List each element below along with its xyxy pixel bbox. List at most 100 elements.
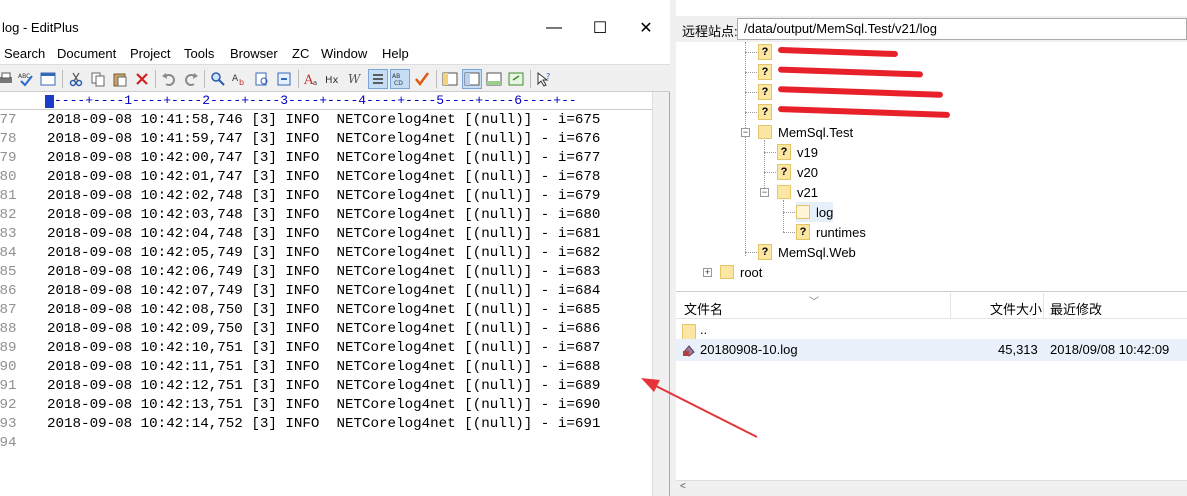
line-number: 683	[0, 226, 17, 242]
column-header-filename[interactable]: 文件名	[684, 299, 723, 318]
word-wrap-icon[interactable]: W	[346, 69, 366, 89]
minimize-button[interactable]: —	[531, 14, 577, 42]
replace-icon[interactable]: Ab	[230, 69, 250, 89]
tree-item-log[interactable]: log	[796, 202, 834, 222]
redaction-mark	[777, 106, 951, 118]
tree-item-memsql-web[interactable]: ? MemSql.Web	[758, 242, 856, 262]
undo-icon[interactable]	[159, 69, 179, 89]
sort-indicator-icon: ﹀	[809, 297, 819, 308]
editor-line[interactable]: 689 2018-09-08 10:42:10,751 [3] INFO NETC…	[0, 339, 652, 358]
tree-item-v19[interactable]: ? v19	[777, 142, 818, 162]
cut-icon[interactable]	[66, 69, 86, 89]
editor-line[interactable]: 688 2018-09-08 10:42:09,750 [3] INFO NETC…	[0, 320, 652, 339]
ruler-icon[interactable]: AB CD	[390, 69, 410, 89]
line-text: 2018-09-08 10:42:14,752 [3] INFO NETCore…	[47, 416, 601, 432]
goto-line-icon[interactable]	[274, 69, 294, 89]
tree-item-root[interactable]: root	[720, 262, 762, 282]
checkmark-icon[interactable]	[412, 69, 432, 89]
column-header-modified[interactable]: 最近修改	[1050, 299, 1102, 318]
menu-browser[interactable]: Browser	[230, 46, 278, 61]
remote-directory-tree: ? ? ? ? − MemSql.Test ? v19 ? v20 − v21 lo…	[676, 42, 1187, 292]
editor-line[interactable]: 682 2018-09-08 10:42:03,748 [3] INFO NETC…	[0, 206, 652, 225]
line-text: 2018-09-08 10:41:58,746 [3] INFO NETCore…	[47, 112, 601, 128]
editor-line[interactable]: 680 2018-09-08 10:42:01,747 [3] INFO NETC…	[0, 168, 652, 187]
directory-window-icon[interactable]	[440, 69, 460, 89]
collapse-toggle[interactable]: −	[741, 128, 750, 137]
remote-path-input[interactable]: /data/output/MemSql.Test/v21/log	[737, 18, 1187, 40]
fullscreen-icon[interactable]	[506, 69, 526, 89]
editor-line[interactable]: 679 2018-09-08 10:42:00,747 [3] INFO NETC…	[0, 149, 652, 168]
tree-item-v20[interactable]: ? v20	[777, 162, 818, 182]
screenshot-root: log - EditPlus — ☐ ✕ Search Document Pro…	[0, 0, 1187, 496]
menu-tools[interactable]: Tools	[184, 46, 214, 61]
cliptext-window-icon[interactable]	[462, 69, 482, 89]
tree-item-redacted[interactable]: ?	[758, 102, 778, 122]
editor-line[interactable]: 693 2018-09-08 10:42:14,752 [3] INFO NETC…	[0, 415, 652, 434]
editor-line[interactable]: 684 2018-09-08 10:42:05,749 [3] INFO NETC…	[0, 244, 652, 263]
menu-search[interactable]: Search	[4, 46, 45, 61]
open-folder-icon	[796, 205, 810, 219]
menu-document[interactable]: Document	[57, 46, 116, 61]
editor-line[interactable]: 681 2018-09-08 10:42:02,748 [3] INFO NETC…	[0, 187, 652, 206]
hex-view-icon[interactable]: Hx	[324, 69, 344, 89]
scroll-left-icon[interactable]: <	[680, 481, 686, 492]
editor-line[interactable]: 692 2018-09-08 10:42:13,751 [3] INFO NETC…	[0, 396, 652, 415]
menu-zc[interactable]: ZC	[292, 46, 309, 61]
collapse-toggle[interactable]: −	[760, 188, 769, 197]
remote-site-bar: 远程站点: /data/output/MemSql.Test/v21/log	[676, 16, 1187, 42]
file-row-log[interactable]: 20180908-10.log 45,313 2018/09/08 10:42:…	[676, 339, 1187, 361]
text-editor[interactable]: 677 2018-09-08 10:41:58,746 [3] INFO NETC…	[0, 111, 652, 496]
paste-icon[interactable]	[110, 69, 130, 89]
vertical-scrollbar[interactable]	[652, 92, 669, 496]
folder-icon	[720, 265, 734, 279]
copy-icon[interactable]	[88, 69, 108, 89]
file-row-parent[interactable]: ..	[676, 319, 1187, 341]
line-number: 691	[0, 378, 17, 394]
print-icon[interactable]	[0, 69, 16, 89]
editor-line[interactable]: 678 2018-09-08 10:41:59,747 [3] INFO NETC…	[0, 130, 652, 149]
editor-line[interactable]: 690 2018-09-08 10:42:11,751 [3] INFO NETC…	[0, 358, 652, 377]
browser-preview-icon[interactable]	[38, 69, 58, 89]
maximize-button[interactable]: ☐	[577, 14, 623, 42]
spellcheck-icon[interactable]: ABC	[16, 69, 36, 89]
editor-line[interactable]: 685 2018-09-08 10:42:06,749 [3] INFO NETC…	[0, 263, 652, 282]
menu-project[interactable]: Project	[130, 46, 170, 61]
line-number: 688	[0, 321, 17, 337]
tree-item-redacted[interactable]: ?	[758, 82, 778, 102]
file-name: ..	[700, 322, 708, 337]
line-text: 2018-09-08 10:41:59,747 [3] INFO NETCore…	[47, 131, 601, 147]
tree-item-memsql-test[interactable]: MemSql.Test	[758, 122, 853, 142]
tree-item-redacted[interactable]: ?	[758, 42, 778, 62]
close-button[interactable]: ✕	[623, 14, 669, 42]
find-icon[interactable]	[208, 69, 228, 89]
column-separator[interactable]	[950, 293, 951, 319]
tree-item-v21[interactable]: v21	[777, 182, 818, 202]
find-in-files-icon[interactable]	[252, 69, 272, 89]
column-separator[interactable]	[1043, 293, 1044, 319]
editor-line[interactable]: 683 2018-09-08 10:42:04,748 [3] INFO NETC…	[0, 225, 652, 244]
editor-line[interactable]: 694	[0, 434, 652, 453]
line-number: 677	[0, 112, 17, 128]
line-number-icon[interactable]	[368, 69, 388, 89]
line-number: 680	[0, 169, 17, 185]
redo-icon[interactable]	[181, 69, 201, 89]
editor-line[interactable]: 691 2018-09-08 10:42:12,751 [3] INFO NETC…	[0, 377, 652, 396]
delete-icon[interactable]	[132, 69, 152, 89]
menu-help[interactable]: Help	[382, 46, 409, 61]
toolbar-separator	[530, 70, 531, 88]
horizontal-scrollbar[interactable]: <	[676, 480, 1187, 496]
tree-item-runtimes[interactable]: ? runtimes	[796, 222, 866, 242]
menu-window[interactable]: Window	[321, 46, 367, 61]
editor-line[interactable]: 677 2018-09-08 10:41:58,746 [3] INFO NETC…	[0, 111, 652, 130]
context-help-icon[interactable]: ?	[534, 69, 554, 89]
line-number: 679	[0, 150, 17, 166]
svg-text:A: A	[232, 74, 239, 84]
editor-line[interactable]: 687 2018-09-08 10:42:08,750 [3] INFO NETC…	[0, 301, 652, 320]
column-header-filesize[interactable]: 文件大小	[990, 299, 1042, 318]
font-icon[interactable]: Aa	[302, 69, 322, 89]
tree-item-redacted[interactable]: ?	[758, 62, 778, 82]
expand-toggle[interactable]: +	[703, 268, 712, 277]
output-window-icon[interactable]	[484, 69, 504, 89]
tree-line	[764, 152, 778, 153]
editor-line[interactable]: 686 2018-09-08 10:42:07,749 [3] INFO NETC…	[0, 282, 652, 301]
